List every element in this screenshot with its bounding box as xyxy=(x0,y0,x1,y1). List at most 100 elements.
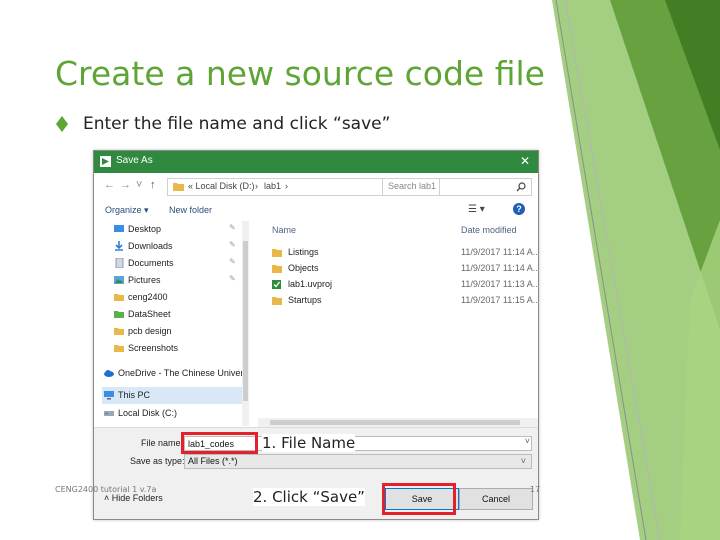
file-date: 11/9/2017 11:14 A... xyxy=(461,263,539,273)
sidebar-item-pcb-design[interactable]: pcb design xyxy=(102,323,242,340)
save-as-type-select[interactable]: All Files (*.*) ˅ xyxy=(184,454,532,469)
sidebar-item-documents[interactable]: Documents ✎ xyxy=(102,255,242,272)
search-icon xyxy=(516,182,526,192)
sidebar-item-label: Downloads xyxy=(128,241,173,251)
file-name-highlight xyxy=(181,432,258,454)
sidebar-item-label: Local Disk (C:) xyxy=(118,408,178,418)
save-as-type-label: Save as type: xyxy=(130,456,185,466)
breadcrumb-local-disk[interactable]: « Local Disk (D:) xyxy=(188,181,255,191)
sidebar-item-onedrive[interactable]: OneDrive - The Chinese Univer xyxy=(102,365,244,382)
sidebar-item-label: Screenshots xyxy=(128,343,179,353)
file-date: 11/9/2017 11:15 A... xyxy=(461,295,539,305)
new-folder-button[interactable]: New folder xyxy=(169,205,212,215)
sidebar-item-label: DataSheet xyxy=(128,309,171,319)
app-icon xyxy=(100,156,111,167)
navigation-scrollbar[interactable] xyxy=(242,221,249,426)
sidebar-item-screenshots[interactable]: Screenshots xyxy=(102,340,242,357)
sidebar-item-label: OneDrive - The Chinese Univer xyxy=(118,368,244,378)
sidebar-item-label: Pictures xyxy=(128,275,161,285)
breadcrumb-separator: › xyxy=(285,181,288,191)
file-row[interactable]: Startups 11/9/2017 11:15 A... xyxy=(258,293,538,309)
scrollbar-thumb[interactable] xyxy=(243,241,248,401)
recent-locations-icon[interactable]: ˅ xyxy=(136,179,142,191)
save-as-dialog: Save As ✕ ← → ˅ ↑ « Local Disk (D:) › la… xyxy=(93,150,539,520)
save-as-type-value: All Files (*.*) xyxy=(188,456,238,466)
chevron-down-icon: ˅ xyxy=(520,456,526,466)
dialog-toolbar: Organize ▾ New folder ☰ ▾ ? xyxy=(94,200,538,220)
column-header-name[interactable]: Name xyxy=(272,225,296,235)
save-button-highlight xyxy=(382,483,456,515)
file-name-label: File name: xyxy=(141,438,184,448)
folder-icon xyxy=(114,311,124,318)
sidebar-item-this-pc[interactable]: This PC xyxy=(102,387,242,404)
file-name: Startups xyxy=(288,295,322,305)
sidebar-item-local-disk-c[interactable]: Local Disk (C:) xyxy=(102,405,242,422)
file-name: Listings xyxy=(288,247,319,257)
folder-icon xyxy=(272,297,282,305)
search-box[interactable]: Search lab1 xyxy=(382,178,532,196)
organize-menu[interactable]: Organize ▾ xyxy=(105,205,149,216)
slide-number: 17 xyxy=(530,485,541,494)
sidebar-item-desktop[interactable]: Desktop ✎ xyxy=(102,221,242,238)
scrollbar-thumb[interactable] xyxy=(270,420,520,425)
computer-icon xyxy=(104,391,114,400)
cancel-button[interactable]: Cancel xyxy=(459,488,533,510)
folder-icon xyxy=(114,328,124,335)
back-arrow-icon[interactable]: ← xyxy=(104,179,115,191)
sidebar-item-label: This PC xyxy=(118,390,151,400)
file-name: Objects xyxy=(288,263,319,273)
sidebar-item-pictures[interactable]: Pictures ✎ xyxy=(102,272,242,289)
diamond-bullet-icon xyxy=(56,116,68,132)
file-row[interactable]: Objects 11/9/2017 11:14 A... xyxy=(258,261,538,277)
chevron-down-icon[interactable]: ˅ xyxy=(525,436,530,446)
folder-icon xyxy=(114,345,124,352)
pin-icon: ✎ xyxy=(229,240,236,249)
step1-annotation: 1. File Name xyxy=(262,434,356,452)
drive-icon xyxy=(104,411,114,416)
forward-arrow-icon[interactable]: → xyxy=(120,179,131,191)
up-arrow-icon[interactable]: ↑ xyxy=(150,179,156,191)
pictures-icon xyxy=(114,276,124,284)
folder-icon xyxy=(272,265,282,273)
file-row[interactable]: Listings 11/9/2017 11:14 A... xyxy=(258,245,538,261)
project-file-icon xyxy=(272,280,281,289)
desktop-icon xyxy=(114,225,124,232)
folder-icon xyxy=(272,249,282,257)
close-icon[interactable]: ✕ xyxy=(520,154,530,168)
help-icon[interactable]: ? xyxy=(513,203,525,215)
bullet-point: Enter the file name and click “save” xyxy=(55,114,390,134)
pin-icon: ✎ xyxy=(229,223,236,232)
file-date: 11/9/2017 11:14 A... xyxy=(461,247,539,257)
documents-icon xyxy=(115,258,124,268)
dialog-title: Save As xyxy=(116,155,153,166)
slide-title: Create a new source code file xyxy=(55,54,545,93)
file-row[interactable]: lab1.uvproj 11/9/2017 11:13 A... xyxy=(258,277,538,293)
navigation-pane: Desktop ✎ Downloads ✎ Documents ✎ Pictur… xyxy=(102,221,244,426)
sidebar-item-ceng2400[interactable]: ceng2400 xyxy=(102,289,242,306)
breadcrumb-separator: › xyxy=(255,181,258,191)
sidebar-item-label: Documents xyxy=(128,258,174,268)
bullet-text: Enter the file name and click “save” xyxy=(83,114,391,134)
search-placeholder: Search lab1 xyxy=(388,181,437,191)
sidebar-item-label: pcb design xyxy=(128,326,172,336)
pin-icon: ✎ xyxy=(229,274,236,283)
download-icon xyxy=(115,241,123,251)
file-name: lab1.uvproj xyxy=(288,279,333,289)
column-header-date[interactable]: Date modified xyxy=(461,225,517,235)
step2-annotation: 2. Click “Save” xyxy=(253,488,365,506)
view-options-icon[interactable]: ☰ ▾ xyxy=(468,204,485,215)
file-list-scrollbar[interactable] xyxy=(258,418,538,427)
folder-icon xyxy=(173,183,184,191)
file-date: 11/9/2017 11:13 A... xyxy=(461,279,539,289)
hide-folders-button[interactable]: ˄ Hide Folders xyxy=(104,493,163,503)
slide-footer: CENG2400 tutorial 1 v.7a xyxy=(55,485,157,494)
dialog-titlebar: Save As ✕ xyxy=(94,151,538,173)
sidebar-item-label: Desktop xyxy=(128,224,162,234)
sidebar-item-downloads[interactable]: Downloads ✎ xyxy=(102,238,242,255)
sidebar-item-datasheet[interactable]: DataSheet xyxy=(102,306,242,323)
file-list: Name Date modified Listings 11/9/2017 11… xyxy=(258,221,538,426)
onedrive-icon xyxy=(104,370,114,377)
address-bar-row: ← → ˅ ↑ « Local Disk (D:) › lab1 › Searc… xyxy=(94,173,538,200)
pin-icon: ✎ xyxy=(229,257,236,266)
breadcrumb-lab1[interactable]: lab1 xyxy=(264,181,281,191)
